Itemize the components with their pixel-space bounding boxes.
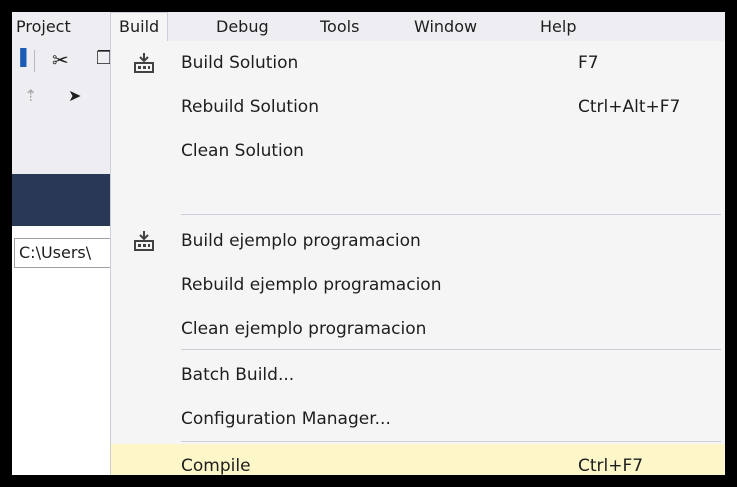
menu-separator (181, 214, 721, 215)
menu-item-shortcut: Ctrl+Alt+F7 (578, 97, 681, 117)
menu-item-label: Configuration Manager... (181, 409, 391, 429)
toolbar-row-1: ▐ ✂ ❐ (12, 42, 122, 78)
menu-item-configuration-manager[interactable]: Configuration Manager... (111, 397, 725, 441)
menu-item-label: Rebuild ejemplo programacion (181, 275, 442, 295)
menu-item-label: Build Solution (181, 53, 299, 73)
toolbar-flag-icon[interactable]: ▐ (14, 50, 26, 66)
menu-build[interactable]: Build (110, 12, 169, 42)
menu-window[interactable]: Window (406, 12, 485, 42)
build-menu-dropdown: Build Solution F7 Rebuild Solution Ctrl+… (110, 41, 725, 475)
menu-item-build-solution[interactable]: Build Solution F7 (111, 41, 725, 85)
menu-item-batch-build[interactable]: Batch Build... (111, 353, 725, 397)
menu-item-label: Clean ejemplo programacion (181, 319, 427, 339)
up-arrow-icon[interactable]: ⇡ (24, 88, 37, 104)
menu-item-shortcut: Ctrl+F7 (578, 456, 644, 475)
menu-item-label: Build ejemplo programacion (181, 231, 421, 251)
menu-item-label: Batch Build... (181, 365, 295, 385)
menu-item-clean-project[interactable]: Clean ejemplo programacion (111, 307, 725, 351)
toolbar-row-2: ⇡ ➤ (12, 78, 122, 116)
menu-item-build-project[interactable]: Build ejemplo programacion (111, 219, 725, 263)
menu-item-rebuild-project[interactable]: Rebuild ejemplo programacion (111, 263, 725, 307)
path-field[interactable]: C:\Users\ (14, 238, 118, 268)
menu-item-label: Compile (181, 456, 251, 475)
pointer-icon[interactable]: ➤ (68, 88, 81, 104)
menu-debug[interactable]: Debug (208, 12, 277, 42)
document-tab-strip (12, 174, 122, 226)
cut-icon[interactable]: ✂ (52, 50, 69, 70)
build-icon (134, 53, 154, 73)
toolbar-separator (34, 50, 35, 72)
menu-item-compile[interactable]: Compile Ctrl+F7 (111, 444, 725, 475)
menu-bar: Project Build Debug Tools Window Help (12, 12, 725, 42)
menu-item-shortcut: F7 (578, 53, 599, 73)
menu-item-clean-solution[interactable]: Clean Solution (111, 129, 725, 173)
menu-item-label: Rebuild Solution (181, 97, 319, 117)
menu-item-label: Clean Solution (181, 141, 304, 161)
menu-tools[interactable]: Tools (312, 12, 367, 42)
menu-item-rebuild-solution[interactable]: Rebuild Solution Ctrl+Alt+F7 (111, 85, 725, 129)
build-icon (134, 231, 154, 251)
menu-separator (181, 441, 721, 442)
menu-project[interactable]: Project (12, 12, 79, 42)
ide-window: Project Build Debug Tools Window Help ▐ … (12, 12, 725, 475)
menu-help[interactable]: Help (532, 12, 584, 42)
menu-separator (181, 349, 721, 350)
